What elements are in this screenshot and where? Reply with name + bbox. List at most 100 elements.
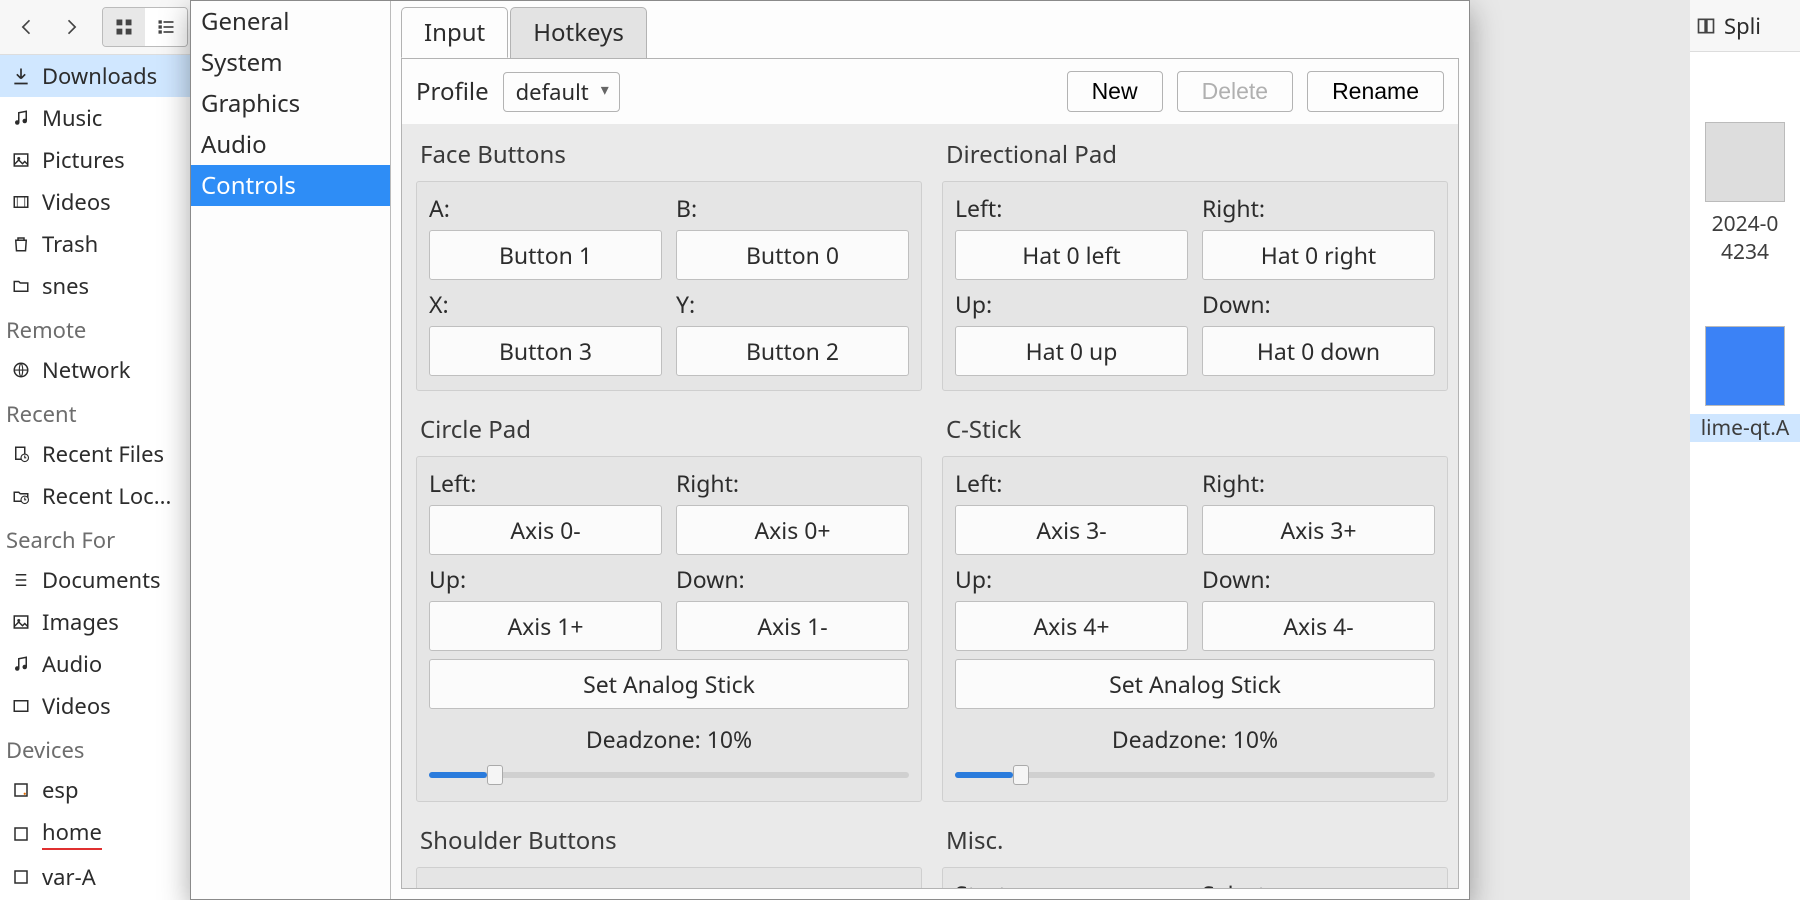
label-cstick-left: Left: [955, 467, 1188, 499]
icon-view-button[interactable] [103, 8, 145, 46]
place-label: Videos [42, 691, 111, 721]
category-system[interactable]: System [191, 42, 390, 83]
drive-icon [10, 825, 32, 843]
category-graphics[interactable]: Graphics [191, 83, 390, 124]
bind-dpad-down[interactable]: Hat 0 down [1202, 326, 1435, 376]
place-music[interactable]: Music [0, 97, 199, 139]
label-dpad-up: Up: [955, 288, 1188, 320]
file-manager-right-pane: Spli 2024-0 4234 lime-qt.A [1690, 0, 1800, 900]
drive-icon [10, 781, 32, 799]
video-icon [10, 697, 32, 715]
rename-profile-button[interactable]: Rename [1307, 71, 1444, 112]
group-misc: Misc. Start: Select: [942, 818, 1448, 888]
bind-cstick-right[interactable]: Axis 3+ [1202, 505, 1435, 555]
file-thumb-selected[interactable] [1705, 326, 1785, 406]
place-downloads[interactable]: Downloads [0, 55, 199, 97]
label-b: B: [676, 192, 909, 224]
bind-dpad-up[interactable]: Hat 0 up [955, 326, 1188, 376]
category-general[interactable]: General [191, 1, 390, 42]
search-heading: Search For [0, 517, 199, 559]
label-start: Start: [955, 878, 1188, 888]
search-audio[interactable]: Audio [0, 643, 199, 685]
file-thumb[interactable] [1705, 122, 1785, 202]
place-label: Documents [42, 565, 161, 595]
grid-icon [114, 17, 134, 37]
chevron-right-icon [61, 17, 81, 37]
forward-button[interactable] [50, 7, 92, 47]
bind-dpad-left[interactable]: Hat 0 left [955, 230, 1188, 280]
tab-bar: Input Hotkeys [401, 7, 1469, 58]
search-documents[interactable]: Documents [0, 559, 199, 601]
category-list: General System Graphics Audio Controls [191, 1, 391, 899]
network-icon [10, 361, 32, 379]
search-videos[interactable]: Videos [0, 685, 199, 727]
bind-x[interactable]: Button 3 [429, 326, 662, 376]
label-x: X: [429, 288, 662, 320]
label-circle-down: Down: [676, 563, 909, 595]
group-circle-pad: Circle Pad Left: Axis 0- Right: Axis 0+ [416, 407, 922, 818]
bind-cstick-left[interactable]: Axis 3- [955, 505, 1188, 555]
place-network[interactable]: Network [0, 349, 199, 391]
place-videos[interactable]: Videos [0, 181, 199, 223]
device-var-a[interactable]: var-A [0, 856, 199, 898]
file-manager-right-toolbar: Spli [1690, 0, 1800, 52]
drive-icon [10, 868, 32, 886]
view-mode-group [102, 7, 188, 47]
file-number: 4234 [1690, 238, 1800, 266]
category-controls[interactable]: Controls [191, 165, 390, 206]
place-label: Pictures [42, 145, 125, 175]
deadzone-cstick-slider[interactable] [955, 763, 1435, 787]
bind-a[interactable]: Button 1 [429, 230, 662, 280]
chevron-left-icon [17, 17, 37, 37]
place-trash[interactable]: Trash [0, 223, 199, 265]
place-recent-files[interactable]: Recent Files [0, 433, 199, 475]
new-profile-button[interactable]: New [1067, 71, 1163, 112]
place-label: home [42, 817, 102, 850]
group-cstick: C-Stick Left: Axis 3- Right: Axis 3+ [942, 407, 1448, 818]
place-snes[interactable]: snes [0, 265, 199, 307]
settings-main: Input Hotkeys Profile default New Delete… [391, 1, 1469, 899]
bind-circle-left[interactable]: Axis 0- [429, 505, 662, 555]
group-title-face: Face Buttons [420, 138, 918, 171]
group-title-circle: Circle Pad [420, 413, 918, 446]
set-analog-circle[interactable]: Set Analog Stick [429, 659, 909, 709]
deadzone-cstick-label: Deadzone: 10% [955, 723, 1435, 755]
label-a: A: [429, 192, 662, 224]
tab-hotkeys[interactable]: Hotkeys [510, 7, 647, 58]
profile-label: Profile [416, 75, 489, 108]
bind-circle-up[interactable]: Axis 1+ [429, 601, 662, 651]
recent-files-icon [10, 445, 32, 463]
set-analog-cstick[interactable]: Set Analog Stick [955, 659, 1435, 709]
bind-cstick-down[interactable]: Axis 4- [1202, 601, 1435, 651]
tab-panel-input: Profile default New Delete Rename Face B… [401, 58, 1459, 889]
category-audio[interactable]: Audio [191, 124, 390, 165]
profile-row: Profile default New Delete Rename [402, 59, 1458, 124]
search-images[interactable]: Images [0, 601, 199, 643]
video-icon [10, 193, 32, 211]
label-y: Y: [676, 288, 909, 320]
device-home[interactable]: home [0, 811, 199, 856]
bind-dpad-right[interactable]: Hat 0 right [1202, 230, 1435, 280]
bind-cstick-up[interactable]: Axis 4+ [955, 601, 1188, 651]
bind-circle-right[interactable]: Axis 0+ [676, 505, 909, 555]
place-recent-locations[interactable]: Recent Loc... [0, 475, 199, 517]
remote-heading: Remote [0, 307, 199, 349]
bind-y[interactable]: Button 2 [676, 326, 909, 376]
deadzone-circle-slider[interactable] [429, 763, 909, 787]
label-dpad-left: Left: [955, 192, 1188, 224]
tab-input[interactable]: Input [401, 7, 508, 58]
place-pictures[interactable]: Pictures [0, 139, 199, 181]
profile-select[interactable]: default [503, 72, 620, 112]
back-button[interactable] [6, 7, 48, 47]
list-view-button[interactable] [145, 8, 187, 46]
place-label: Audio [42, 649, 102, 679]
split-button-label[interactable]: Spli [1724, 11, 1761, 41]
bind-b[interactable]: Button 0 [676, 230, 909, 280]
group-dpad: Directional Pad Left: Hat 0 left Right: … [942, 132, 1448, 407]
bind-circle-down[interactable]: Axis 1- [676, 601, 909, 651]
controls-scroll-area[interactable]: Face Buttons A: Button 1 B: Button 0 [402, 124, 1458, 888]
group-face-buttons: Face Buttons A: Button 1 B: Button 0 [416, 132, 922, 407]
device-esp[interactable]: esp [0, 769, 199, 811]
place-label: Recent Files [42, 439, 164, 469]
place-label: esp [42, 775, 78, 805]
